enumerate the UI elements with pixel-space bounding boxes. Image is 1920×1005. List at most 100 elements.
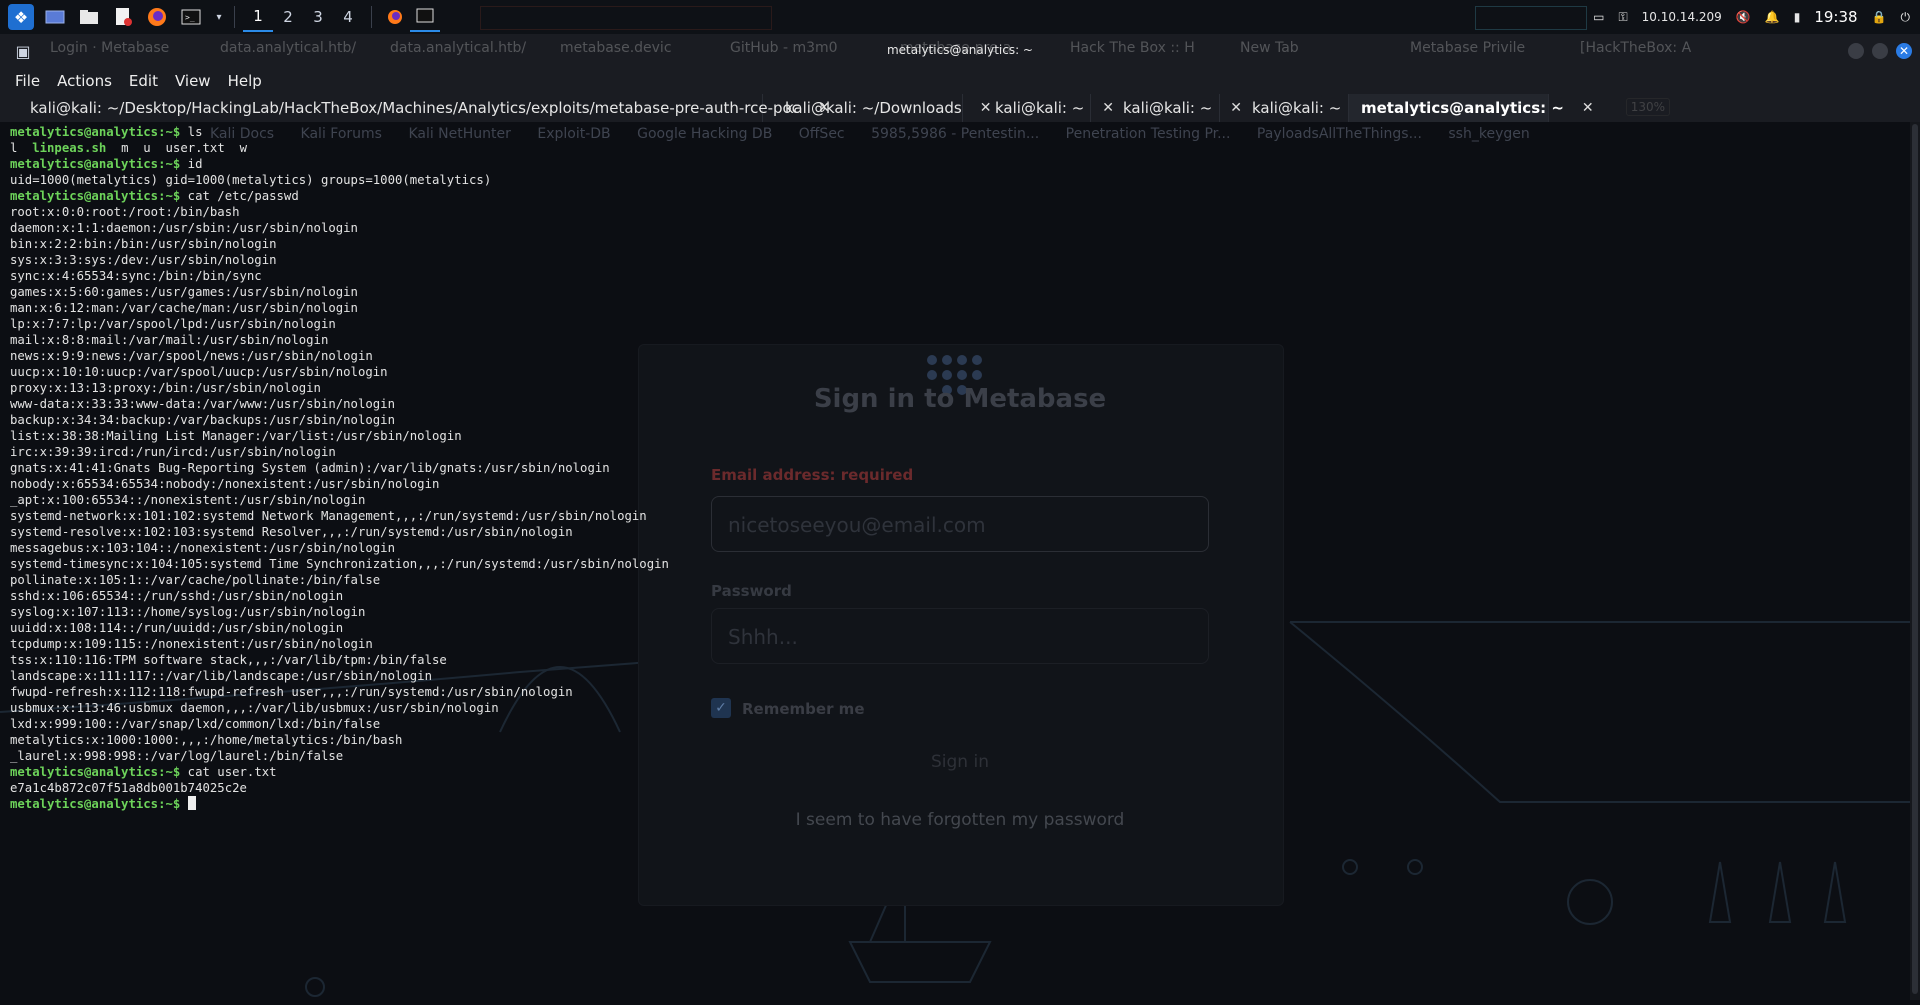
terminal-line: bin:x:2:2:bin:/bin:/usr/sbin/nologin xyxy=(10,236,669,252)
workspace-3[interactable]: 3 xyxy=(303,2,333,32)
terminal-line: games:x:5:60:games:/usr/games:/usr/sbin/… xyxy=(10,284,669,300)
metabase-password-label: Password xyxy=(711,582,792,600)
output-text: proxy:x:13:13:proxy:/bin:/usr/sbin/nolog… xyxy=(10,381,321,395)
terminal-line: uuidd:x:108:114::/run/uuidd:/usr/sbin/no… xyxy=(10,620,669,636)
terminal-line: _laurel:x:998:998::/var/log/laurel:/bin/… xyxy=(10,748,669,764)
metabase-remember-label: Remember me xyxy=(742,700,865,718)
terminal-tab[interactable]: kali@kali: ~✕ xyxy=(963,94,1114,122)
output-text: backup:x:34:34:backup:/var/backups:/usr/… xyxy=(10,413,395,427)
workspace-1[interactable]: 1 xyxy=(243,2,273,32)
terminal-line: lxd:x:999:100::/var/snap/lxd/common/lxd:… xyxy=(10,716,669,732)
output-text: sys:x:3:3:sys:/dev:/usr/sbin/nologin xyxy=(10,253,277,267)
terminal-tab[interactable]: kali@kali: ~/Downloads ✕ xyxy=(763,94,991,122)
terminal-line: metalytics@analytics:~$ cat user.txt xyxy=(10,764,669,780)
vpn-icon[interactable]: ⚿ xyxy=(1619,10,1628,25)
command-text: cat user.txt xyxy=(180,765,277,779)
close-button[interactable]: ✕ xyxy=(1896,43,1912,59)
firefox-icon[interactable] xyxy=(144,4,170,30)
input-line xyxy=(180,797,187,811)
menu-edit[interactable]: Edit xyxy=(129,72,158,90)
terminal-tab[interactable]: kali@kali: ~✕ xyxy=(1220,94,1371,122)
terminal-line: sshd:x:106:65534::/run/sshd:/usr/sbin/no… xyxy=(10,588,669,604)
workspace-4[interactable]: 4 xyxy=(333,2,363,32)
tab-label: kali@kali: ~ xyxy=(1252,99,1342,117)
kali-menu-icon[interactable]: ❖ xyxy=(8,4,34,30)
ls-entry: l xyxy=(10,141,18,155)
output-text: systemd-network:x:101:102:systemd Networ… xyxy=(10,509,647,523)
firefox-icon xyxy=(388,10,402,24)
terminal-line: l linpeas.sh m u user.txt w xyxy=(10,140,669,156)
command-text: ls xyxy=(180,125,203,139)
terminal-line: nobody:x:65534:65534:nobody:/nonexistent… xyxy=(10,476,669,492)
lock-icon[interactable]: 🔒 xyxy=(1872,10,1887,24)
menu-actions[interactable]: Actions xyxy=(57,72,112,90)
clock[interactable]: 19:38 xyxy=(1814,8,1857,26)
volume-muted-icon[interactable]: 🔇 xyxy=(1736,10,1751,24)
bookmark: 5985,5986 - Pentestin... xyxy=(871,126,1040,142)
output-text: gnats:x:41:41:Gnats Bug-Reporting System… xyxy=(10,461,610,475)
power-icon[interactable]: ⏻ xyxy=(1901,10,1911,25)
menu-view[interactable]: View xyxy=(175,72,211,90)
shell-prompt: metalytics@analytics:~$ xyxy=(10,157,181,171)
terminal-line: metalytics@analytics:~$ xyxy=(10,796,669,812)
terminal-tab-active[interactable]: metalytics@analytics: ~ ✕ xyxy=(1349,94,1594,122)
terminal-line: usbmux:x:113:46:usbmux daemon,,,:/var/li… xyxy=(10,700,669,716)
terminal-icon[interactable]: >_ xyxy=(178,4,204,30)
terminal-output[interactable]: metalytics@analytics:~$ ls l linpeas.sh m… xyxy=(10,124,669,812)
task-firefox[interactable] xyxy=(380,2,410,32)
tab-label: metalytics@analytics: ~ xyxy=(1361,99,1564,117)
output-text: pollinate:x:105:1::/var/cache/pollinate:… xyxy=(10,573,381,587)
output-text: landscape:x:111:117::/var/lib/landscape:… xyxy=(10,669,432,683)
display-icon[interactable]: ▭ xyxy=(1593,10,1604,24)
window-titlebar[interactable]: ▣ Login · Metabase data.analytical.htb/ … xyxy=(0,34,1920,69)
shell-prompt: metalytics@analytics:~$ xyxy=(10,797,181,811)
close-tab-icon[interactable]: ✕ xyxy=(1582,100,1594,116)
output-text: news:x:9:9:news:/var/spool/news:/usr/sbi… xyxy=(10,349,373,363)
workspace-2[interactable]: 2 xyxy=(273,2,303,32)
terminal-line: irc:x:39:39:ircd:/run/ircd:/usr/sbin/nol… xyxy=(10,444,669,460)
output-text: systemd-timesync:x:104:105:systemd Time … xyxy=(10,557,669,571)
terminal-line: _apt:x:100:65534::/nonexistent:/usr/sbin… xyxy=(10,492,669,508)
terminal-line: proxy:x:13:13:proxy:/bin:/usr/sbin/nolog… xyxy=(10,380,669,396)
menu-help[interactable]: Help xyxy=(228,72,262,90)
checkmark-icon: ✓ xyxy=(711,698,731,718)
network-graph xyxy=(1475,6,1587,30)
output-text: usbmux:x:113:46:usbmux daemon,,,:/var/li… xyxy=(10,701,499,715)
terminal-tab[interactable]: kali@kali: ~/Desktop/HackingLab/HackTheB… xyxy=(0,94,830,122)
text-editor-icon[interactable] xyxy=(110,4,136,30)
terminal-line: tcpdump:x:109:115::/nonexistent:/usr/sbi… xyxy=(10,636,669,652)
chevron-down-icon[interactable]: ▾ xyxy=(212,4,226,30)
metabase-signin-label: Sign in xyxy=(931,752,989,772)
tab-label: kali@kali: ~ xyxy=(995,99,1085,117)
top-panel: ❖ >_ ▾ 1 2 3 4 ▭ ⚿ 10.10.14.209 🔇 🔔 ▮ 19… xyxy=(0,0,1920,35)
output-text: tcpdump:x:109:115::/nonexistent:/usr/sbi… xyxy=(10,637,373,651)
desktop-icon[interactable] xyxy=(42,4,68,30)
terminal-view[interactable]: Kali Docs Kali Forums Kali NetHunter Exp… xyxy=(0,122,1910,1000)
file-manager-icon[interactable] xyxy=(76,4,102,30)
terminal-line: sys:x:3:3:sys:/dev:/usr/sbin/nologin xyxy=(10,252,669,268)
terminal-tab[interactable]: kali@kali: ~✕ xyxy=(1091,94,1242,122)
terminal-line: lp:x:7:7:lp:/var/spool/lpd:/usr/sbin/nol… xyxy=(10,316,669,332)
terminal-line: daemon:x:1:1:daemon:/usr/sbin:/usr/sbin/… xyxy=(10,220,669,236)
output-text: fwupd-refresh:x:112:118:fwupd-refresh us… xyxy=(10,685,573,699)
minimize-button[interactable] xyxy=(1848,43,1864,59)
task-terminal[interactable] xyxy=(410,2,440,32)
command-text: id xyxy=(180,157,203,171)
terminal-line: mail:x:8:8:mail:/var/mail:/usr/sbin/nolo… xyxy=(10,332,669,348)
window-title: metalytics@analytics: ~ xyxy=(886,43,1033,57)
menu-bar: File Actions Edit View Help xyxy=(0,68,1920,94)
ls-entry: u xyxy=(143,141,151,155)
maximize-button[interactable] xyxy=(1872,43,1888,59)
notification-bell-icon[interactable]: 🔔 xyxy=(1765,10,1780,24)
svg-text:>_: >_ xyxy=(185,13,195,22)
battery-icon[interactable]: ▮ xyxy=(1794,10,1801,24)
terminal-line: pollinate:x:105:1::/var/cache/pollinate:… xyxy=(10,572,669,588)
output-text: uid=1000(metalytics) gid=1000(metalytics… xyxy=(10,173,492,187)
output-text: games:x:5:60:games:/usr/games:/usr/sbin/… xyxy=(10,285,358,299)
menu-file[interactable]: File xyxy=(15,72,40,90)
terminal-line: metalytics:x:1000:1000:,,,:/home/metalyt… xyxy=(10,732,669,748)
ip-address: 10.10.14.209 xyxy=(1641,10,1722,24)
cpu-graph xyxy=(480,6,772,30)
output-text: systemd-resolve:x:102:103:systemd Resolv… xyxy=(10,525,573,539)
terminal-scrollbar-thumb[interactable] xyxy=(1912,124,1918,994)
